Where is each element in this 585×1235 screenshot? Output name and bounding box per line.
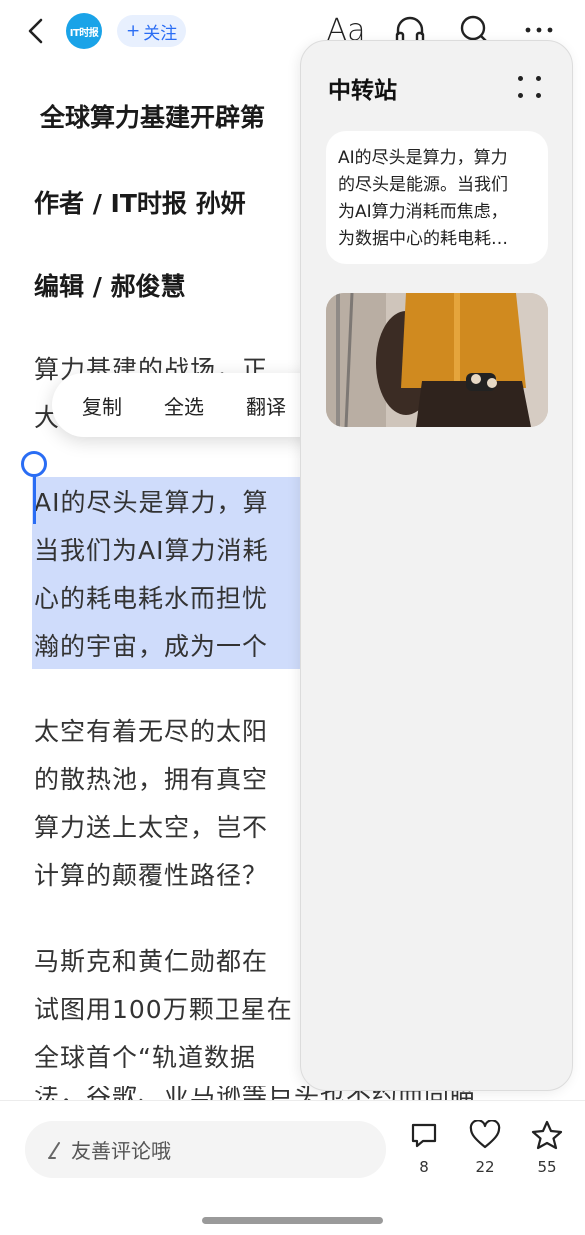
paragraph-line: 试图用100万颗卫星在 — [34, 995, 293, 1024]
paragraph-line: 马斯克和黄仁勋都在 — [34, 947, 269, 976]
favorite-button[interactable]: 55 — [525, 1120, 569, 1176]
selected-line[interactable]: 心的耗电耗水而担忧 — [34, 579, 268, 615]
photo-thumbnail — [326, 293, 548, 427]
heart-icon — [469, 1120, 501, 1149]
article-title: 全球算力基建开辟第 — [40, 103, 266, 132]
selection-handle-stem[interactable] — [33, 474, 36, 524]
drag-grip-icon[interactable] — [516, 74, 544, 100]
comment-input[interactable]: 友善评论哦 — [25, 1121, 386, 1178]
author-line: 作者 / IT时报 孙妍 — [34, 189, 246, 218]
text-clip-card[interactable]: AI的尽头是算力，算力 的尽头是能源。当我们 为AI算力消耗而焦虑， 为数据中心… — [326, 131, 548, 264]
paragraph-line: 太空有着无尽的太阳 — [34, 717, 269, 746]
transfer-station-panel: 中转站 AI的尽头是算力，算力 的尽头是能源。当我们 为AI算力消耗而焦虑， 为… — [300, 40, 573, 1091]
likes-count: 22 — [475, 1158, 495, 1176]
selected-line[interactable]: 瀚的宇宙，成为一个 — [34, 627, 268, 663]
comment-placeholder: 友善评论哦 — [71, 1139, 171, 1163]
translate-menu-item[interactable]: 翻译 — [246, 391, 286, 420]
card-line: 的尽头是能源。当我们 — [338, 175, 508, 195]
favorites-count: 55 — [537, 1158, 557, 1176]
like-button[interactable]: 22 — [463, 1120, 507, 1176]
home-indicator[interactable] — [202, 1217, 383, 1224]
selection-handle[interactable] — [21, 451, 47, 477]
selected-line[interactable]: 当我们为AI算力消耗 — [34, 531, 268, 567]
paragraph-line: 的散热池，拥有真空 — [34, 765, 269, 794]
paragraph-line: 算力送上太空，岂不 — [34, 813, 269, 842]
select-all-menu-item[interactable]: 全选 — [164, 391, 204, 420]
follow-label: 关注 — [143, 23, 178, 44]
card-line: 为数据中心的耗电耗… — [338, 229, 508, 249]
bottom-divider — [0, 1100, 585, 1101]
pencil-icon — [48, 1141, 60, 1159]
comment-icon — [411, 1123, 437, 1148]
paragraph-line: 全球首个“轨道数据 — [34, 1043, 256, 1072]
image-clip-card[interactable] — [326, 293, 548, 427]
plus-icon: + — [126, 21, 141, 41]
publisher-logo[interactable]: IT时报 — [66, 13, 102, 49]
card-line: AI的尽头是算力，算力 — [338, 148, 508, 168]
paragraph-line: 计算的颠覆性路径？ — [34, 861, 269, 890]
copy-menu-item[interactable]: 复制 — [82, 391, 122, 420]
selected-line[interactable]: AI的尽头是算力，算 — [34, 483, 268, 519]
card-line: 为AI算力消耗而焦虑， — [338, 202, 508, 222]
comments-button[interactable]: 8 — [402, 1120, 446, 1176]
star-icon — [531, 1120, 563, 1150]
panel-title: 中转站 — [328, 78, 397, 104]
editor-line: 编辑 / 郝俊慧 — [34, 272, 186, 301]
back-icon[interactable] — [22, 16, 52, 46]
comments-count: 8 — [419, 1158, 429, 1176]
follow-button[interactable]: + 关注 — [117, 15, 187, 47]
